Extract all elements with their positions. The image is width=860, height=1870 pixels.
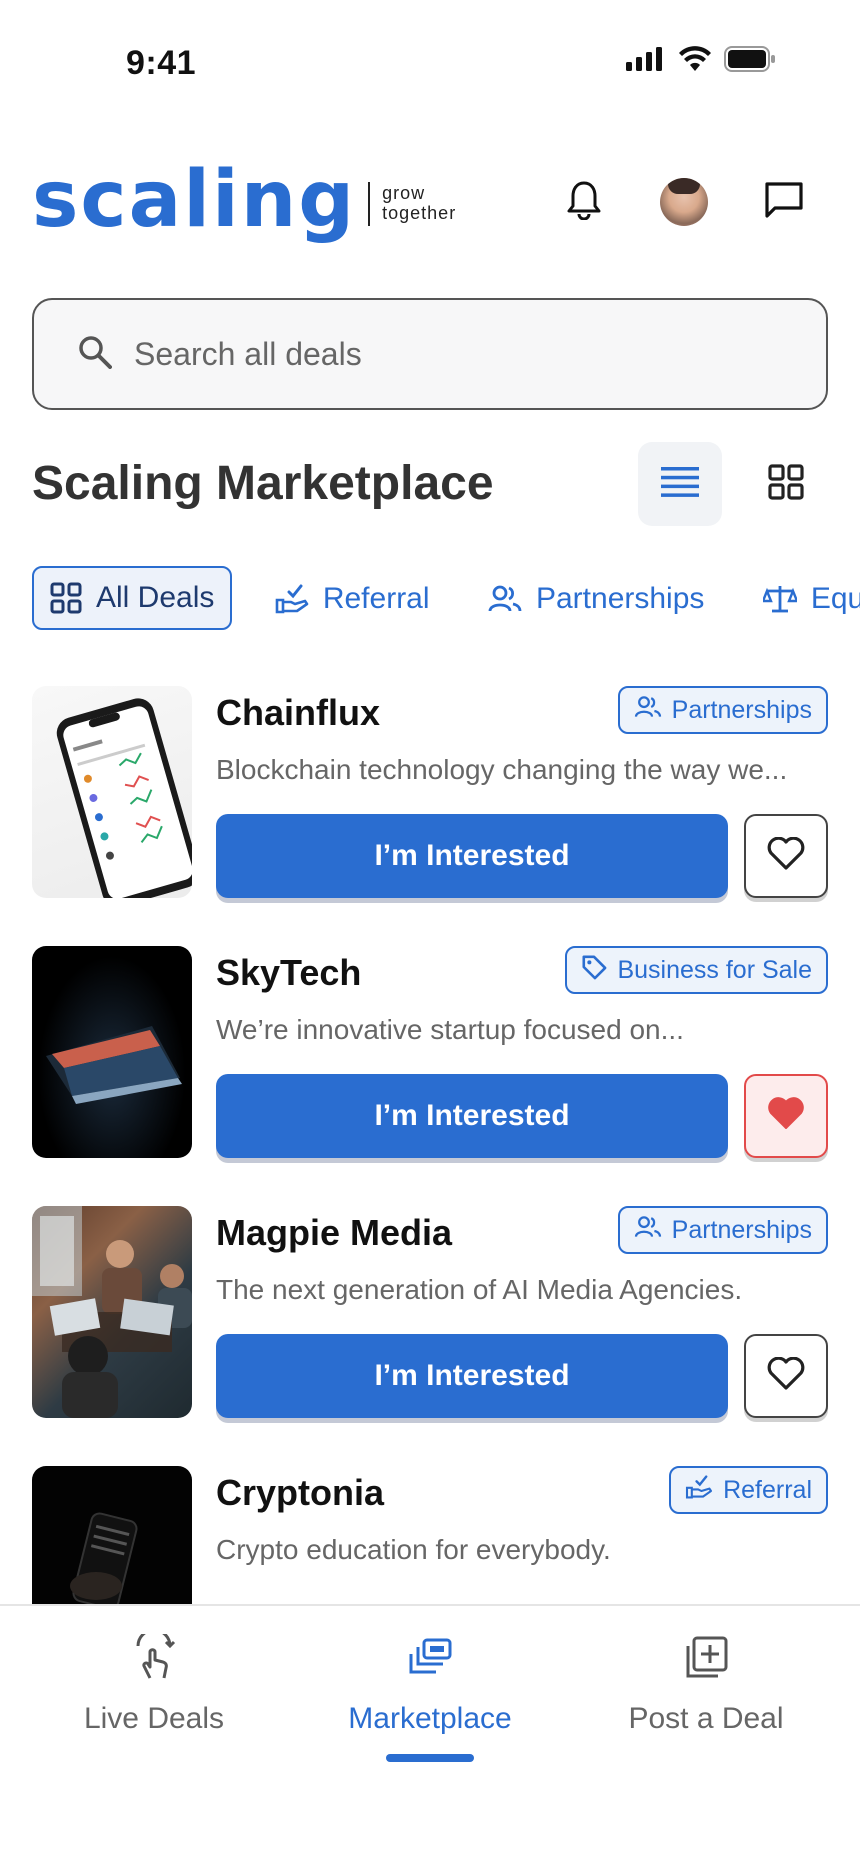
nav-label: Post a Deal: [628, 1702, 784, 1735]
battery-icon: [724, 46, 776, 77]
tab-label: Partnerships: [535, 582, 705, 615]
heart-outline-icon: [767, 836, 805, 876]
grid-icon: [768, 463, 804, 505]
interested-button[interactable]: I’m Interested: [216, 1074, 728, 1158]
app-header: scaling grow together: [0, 160, 860, 250]
users-icon: [488, 584, 522, 614]
heart-filled-icon: [767, 1096, 805, 1136]
chat-bubble-icon: [763, 180, 805, 225]
active-tab-indicator: [386, 1754, 474, 1762]
users-icon: [634, 1215, 662, 1246]
search-input[interactable]: Search all deals: [134, 336, 362, 373]
list-icon: [661, 466, 699, 502]
deal-card: Chainflux Partnerships Blockchain techno…: [32, 686, 828, 946]
deal-name[interactable]: Chainflux: [216, 692, 380, 734]
logo-tagline: grow together: [382, 183, 456, 223]
deal-name[interactable]: Cryptonia: [216, 1472, 384, 1514]
wifi-icon: [678, 46, 712, 77]
hand-check-icon: [275, 584, 309, 614]
deal-description: The next generation of AI Media Agencies…: [216, 1274, 743, 1305]
grid-view-button[interactable]: [744, 442, 828, 526]
deals-list: Chainflux Partnerships Blockchain techno…: [32, 686, 828, 1726]
nav-live-deals[interactable]: Live Deals: [34, 1630, 274, 1736]
logo-divider: [368, 182, 371, 226]
nav-post-deal[interactable]: Post a Deal: [586, 1630, 826, 1736]
grid-icon: [50, 582, 82, 614]
badge-label: Partnerships: [671, 1215, 812, 1244]
header-actions: [560, 178, 808, 226]
deal-description: We’re innovative startup focused on...: [216, 1014, 684, 1045]
nav-label: Live Deals: [83, 1702, 225, 1735]
deal-card: Magpie Media Partnerships The next gener…: [32, 1206, 828, 1466]
search-icon: [78, 335, 112, 374]
heart-outline-icon: [767, 1356, 805, 1396]
bell-icon: [566, 180, 602, 225]
deal-category-badge: Business for Sale: [565, 946, 828, 994]
tab-equity[interactable]: Equity: [747, 567, 860, 630]
profile-avatar[interactable]: [660, 178, 708, 226]
tab-label: All Deals: [96, 581, 215, 614]
deal-thumbnail[interactable]: [32, 946, 192, 1158]
tagline-line-1: grow: [382, 183, 426, 203]
hand-check-icon: [685, 1474, 713, 1506]
scale-icon: [762, 584, 797, 614]
deal-name[interactable]: Magpie Media: [216, 1212, 452, 1254]
deal-category-badge: Referral: [669, 1466, 828, 1514]
status-icons: [626, 46, 776, 77]
status-time: 9:41: [126, 44, 197, 82]
stacked-cards-icon: [310, 1630, 550, 1686]
users-icon: [634, 695, 662, 726]
tab-all-deals[interactable]: All Deals: [32, 566, 233, 630]
tab-label: Equity: [810, 582, 860, 615]
cellular-signal-icon: [626, 47, 666, 76]
tag-icon: [581, 954, 607, 987]
deal-thumbnail[interactable]: [32, 1206, 192, 1418]
interested-button[interactable]: I’m Interested: [216, 1334, 728, 1418]
nav-marketplace[interactable]: Marketplace: [310, 1630, 550, 1736]
tab-partnerships[interactable]: Partnerships: [472, 567, 720, 630]
notifications-button[interactable]: [560, 178, 608, 226]
deal-description: Blockchain technology changing the way w…: [216, 754, 788, 785]
deal-card: SkyTech Business for Sale We’re innovati…: [32, 946, 828, 1206]
category-tabs: All Deals Referral Partnerships Equity: [32, 566, 860, 630]
search-bar[interactable]: Search all deals: [32, 298, 828, 410]
deal-category-badge: Partnerships: [617, 686, 828, 734]
favorite-button[interactable]: [744, 1074, 828, 1158]
list-view-button[interactable]: [638, 442, 722, 526]
title-row: Scaling Marketplace: [32, 440, 828, 530]
tagline-line-2: together: [382, 203, 457, 223]
favorite-button[interactable]: [744, 814, 828, 898]
bottom-navigation: Live Deals Marketplace Post a Deal: [0, 1604, 860, 1870]
deal-thumbnail[interactable]: [32, 686, 192, 898]
messages-button[interactable]: [760, 178, 808, 226]
logo-wordmark: scaling: [32, 155, 357, 245]
badge-label: Referral: [723, 1475, 812, 1504]
badge-label: Partnerships: [671, 695, 812, 724]
tab-label: Referral: [322, 582, 430, 615]
scaling-logo: scaling grow together: [32, 160, 456, 240]
tap-gesture-icon: [34, 1630, 274, 1686]
nav-label: Marketplace: [348, 1702, 512, 1735]
page-title: Scaling Marketplace: [32, 457, 494, 510]
add-square-icon: [586, 1630, 826, 1686]
interested-button[interactable]: I’m Interested: [216, 814, 728, 898]
badge-label: Business for Sale: [617, 955, 812, 984]
favorite-button[interactable]: [744, 1334, 828, 1418]
view-toggle: [638, 442, 828, 526]
deal-name[interactable]: SkyTech: [216, 952, 361, 994]
deal-category-badge: Partnerships: [617, 1206, 828, 1254]
status-bar: 9:41: [0, 0, 860, 110]
deal-description: Crypto education for everybody.: [216, 1534, 611, 1565]
tab-referral[interactable]: Referral: [259, 567, 446, 630]
